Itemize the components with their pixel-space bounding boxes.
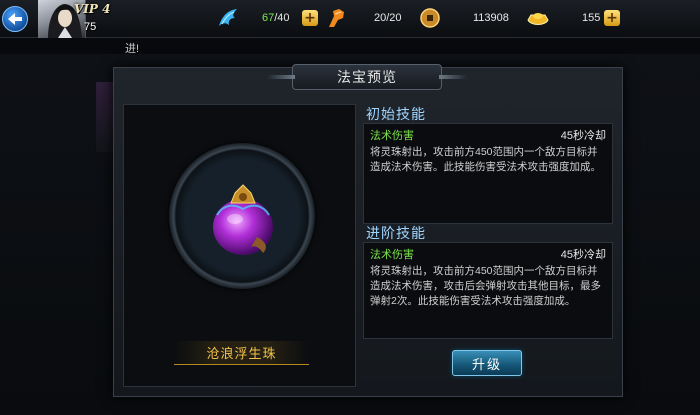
ingot-add-button[interactable]: + <box>604 10 620 26</box>
back-arrow-icon <box>8 13 22 25</box>
vip-badge: VIP 4 <box>74 2 111 16</box>
advanced-skill-title: 进阶技能 <box>366 225 426 241</box>
treasure-name-bar: 沧浪浮生珠 <box>174 341 309 365</box>
dialog-title-tab: 法宝预览 <box>267 64 442 90</box>
coin-icon <box>418 6 442 30</box>
player-level: 75 <box>84 21 97 33</box>
initial-skill-cooldown: 45秒冷却 <box>560 130 606 142</box>
initial-skill-name: 法术伤害 <box>370 130 414 142</box>
advanced-skill-cooldown: 45秒冷却 <box>560 249 606 261</box>
top-hud-bar: VIP 4 75 67/40 + 20/20 113908 155 + <box>0 0 700 38</box>
initial-skill-description: 将灵珠射出，攻击前方450范围内一个敌方目标并造成法术伤害。此技能伤害受法术攻击… <box>370 146 601 173</box>
ingot-value: 155 <box>582 12 601 24</box>
treasure-display-panel: 沧浪浮生珠 <box>123 104 356 387</box>
coin-value: 113908 <box>473 12 509 24</box>
initial-skill-title: 初始技能 <box>366 106 426 122</box>
advanced-skill-description: 将灵珠射出，攻击前方450范围内一个敌方目标并造成法术伤害，攻击后会弹射攻击其他… <box>370 265 601 307</box>
treasure-orb-icon <box>199 175 287 263</box>
upgrade-button[interactable]: 升级 <box>452 350 522 376</box>
background-side-panel <box>96 82 114 152</box>
treasure-preview-dialog: 法宝预览 沧浪浮生珠 初始技能 法术伤害 45秒冷却 将灵珠射出，攻击前方450… <box>113 64 623 397</box>
dialog-title: 法宝预览 <box>337 69 397 85</box>
back-button[interactable] <box>2 6 28 32</box>
stamina-add-button[interactable]: + <box>302 10 318 26</box>
advanced-skill-name: 法术伤害 <box>370 249 414 261</box>
stamina-wing-icon <box>216 6 240 30</box>
advanced-skill-box: 法术伤害 45秒冷却 将灵珠射出，攻击前方450范围内一个敌方目标并造成法术伤害… <box>363 242 613 339</box>
energy-value: 20/20 <box>374 12 402 24</box>
stamina-value: 67/40 <box>262 12 290 24</box>
treasure-name: 沧浪浮生珠 <box>206 346 277 361</box>
energy-fist-icon <box>325 6 349 30</box>
gold-ingot-icon <box>526 6 550 30</box>
initial-skill-box: 法术伤害 45秒冷却 将灵珠射出，攻击前方450范围内一个敌方目标并造成法术伤害… <box>363 123 613 224</box>
